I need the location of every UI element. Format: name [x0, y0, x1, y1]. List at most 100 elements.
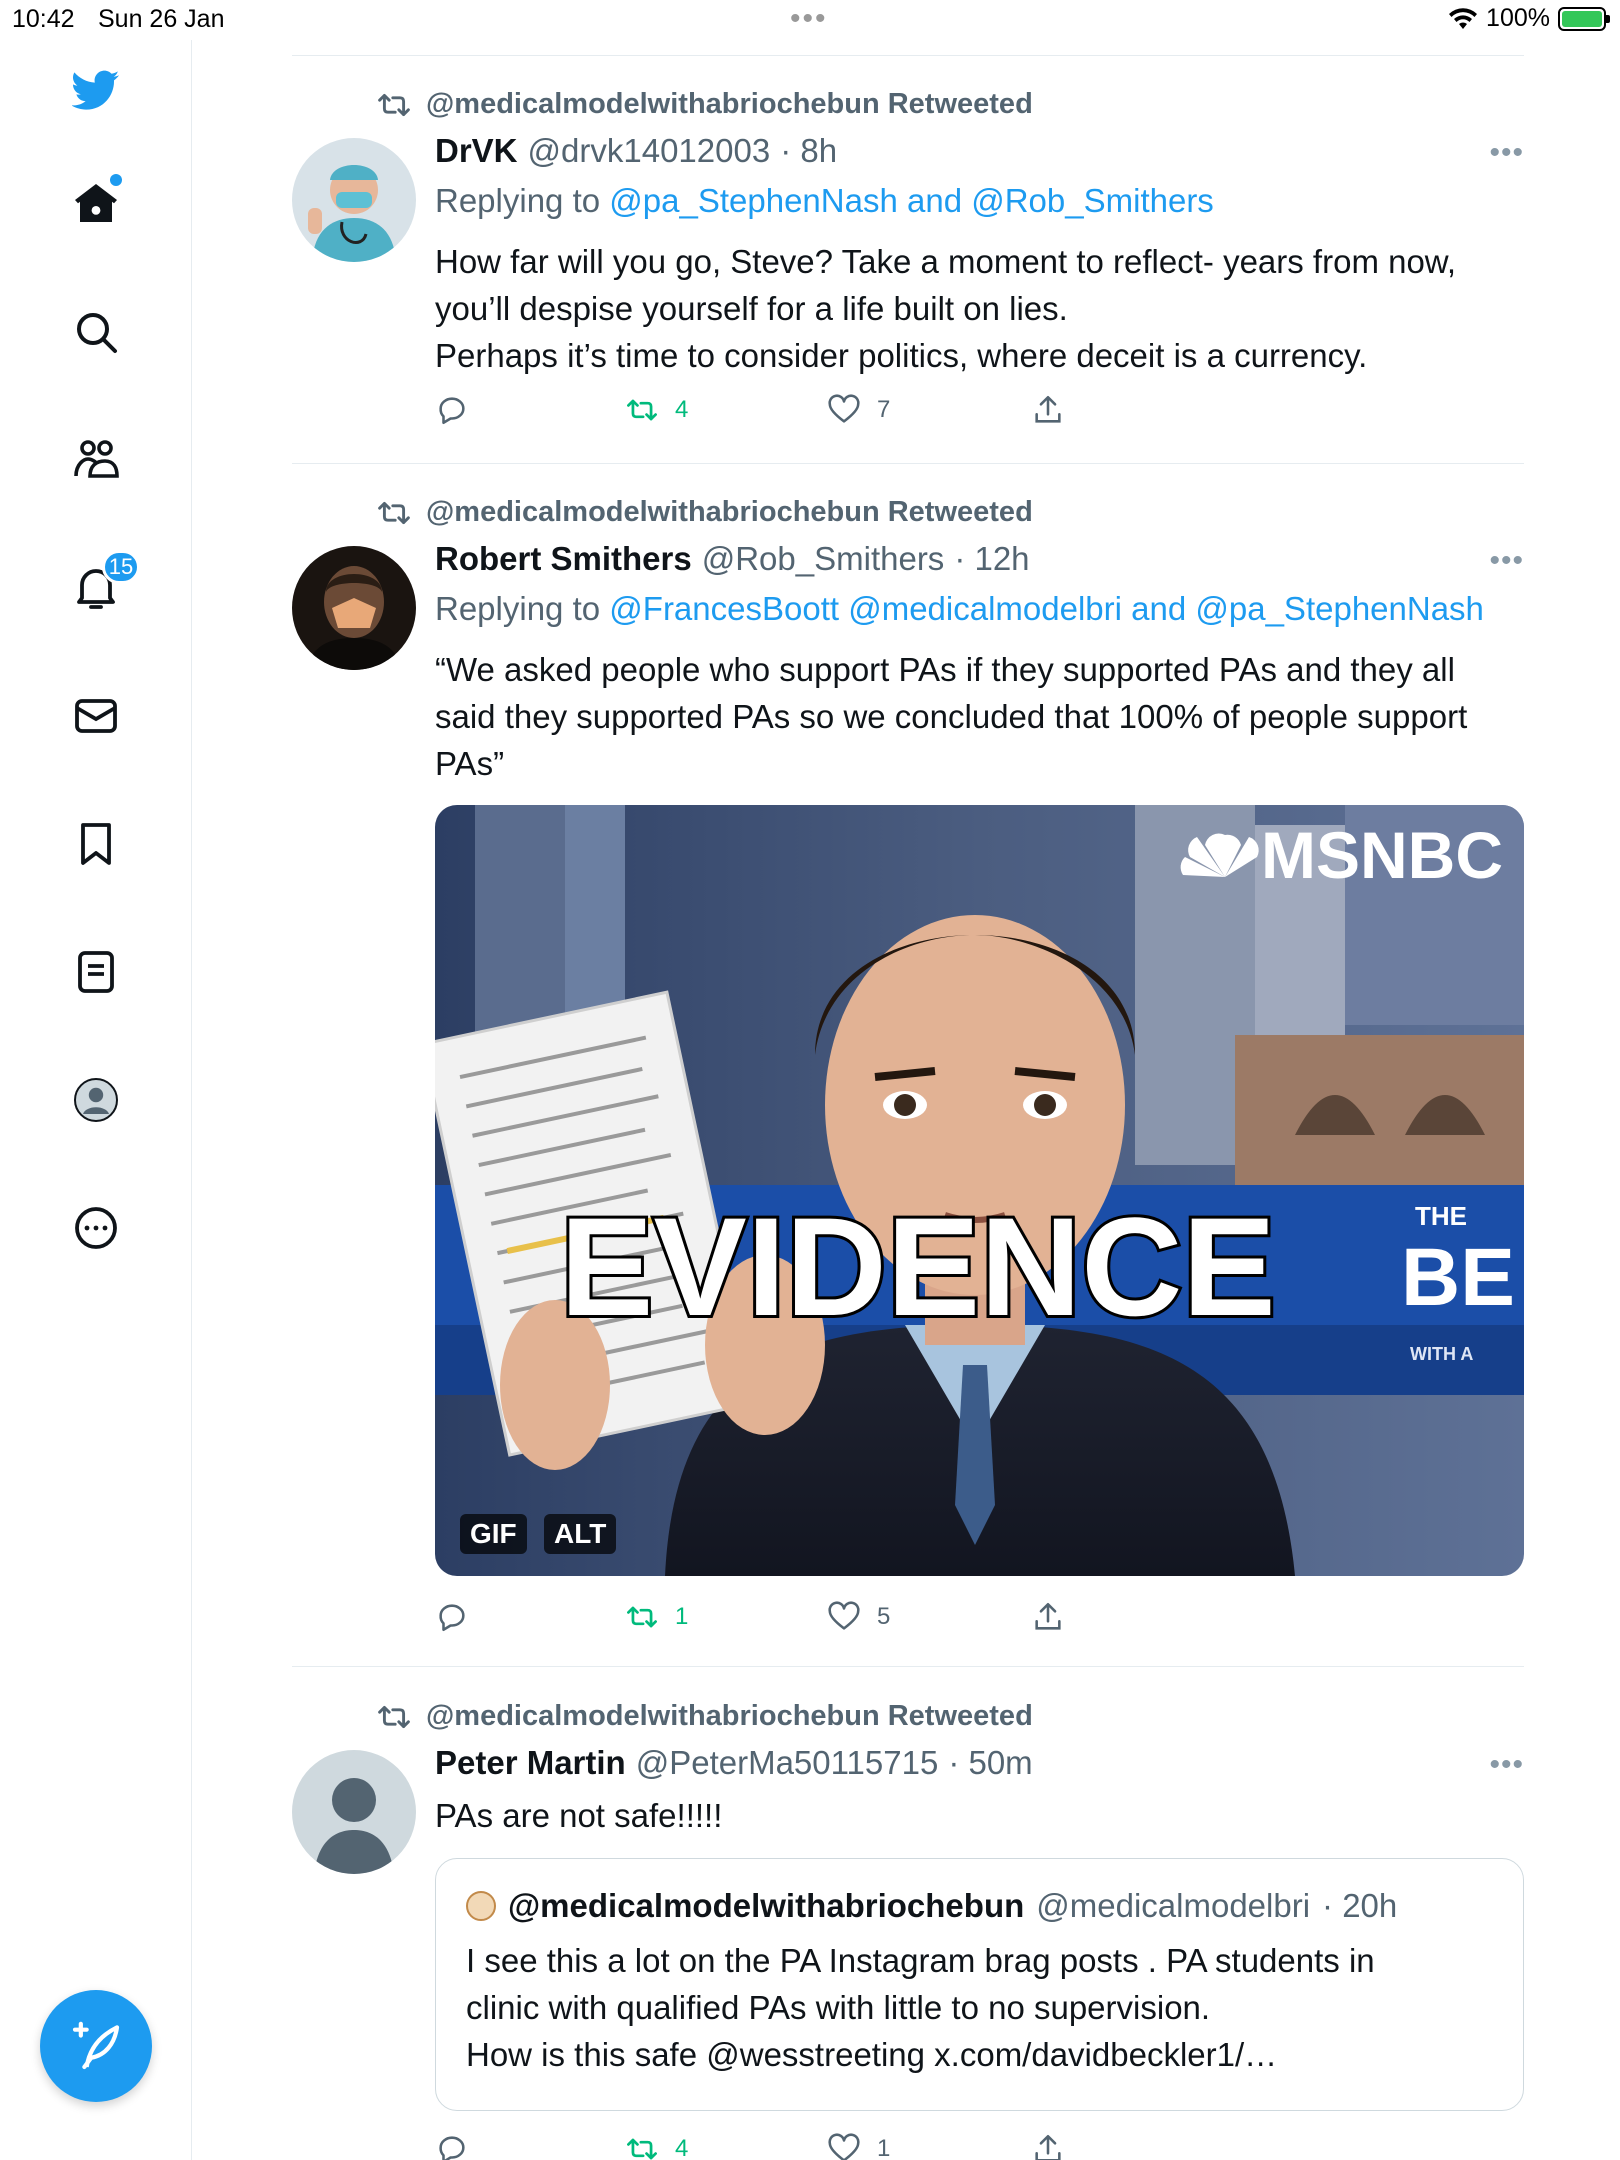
author-name[interactable]: DrVK — [435, 132, 518, 170]
share-button[interactable] — [1031, 1600, 1065, 1634]
quoted-author-avatar[interactable] — [466, 1891, 496, 1921]
home-icon[interactable] — [58, 166, 134, 242]
search-icon[interactable] — [58, 294, 134, 370]
tweet-text-line: you’ll despise yourself for a life built… — [435, 290, 1068, 327]
msnbc-logo-text: MSNBC — [1261, 818, 1503, 892]
reply-button[interactable] — [435, 2132, 469, 2160]
banner-big-text: BE — [1401, 1232, 1515, 1323]
tweet-more-button[interactable]: ••• — [1489, 544, 1524, 578]
tweet-more-button[interactable]: ••• — [1489, 136, 1524, 170]
retweeted-by-text: @medicalmodelwithabriochebun Retweeted — [426, 88, 1033, 120]
status-date: Sun 26 Jan — [98, 5, 225, 33]
tweet-card[interactable]: @medicalmodelwithabriochebun Retweeted R… — [292, 488, 1524, 1658]
tweet-text-line: How far will you go, Steve? Take a momen… — [435, 243, 1456, 280]
battery-percent: 100% — [1486, 4, 1550, 32]
tweet-header: DrVK @drvk14012003 · 8h — [435, 132, 837, 170]
share-icon — [1035, 1602, 1061, 1630]
replying-to-links[interactable]: @FrancesBoott @medicalmodelbri and @pa_S… — [609, 590, 1484, 627]
notifications-bell-icon[interactable]: 15 — [58, 550, 140, 626]
author-name[interactable]: Robert Smithers — [435, 540, 692, 578]
tweet-card[interactable]: @medicalmodelwithabriochebun Retweeted D… — [292, 80, 1524, 460]
status-right: 100% — [1448, 4, 1610, 33]
quoted-tweet[interactable]: @medicalmodelwithabriochebun @medicalmod… — [435, 1858, 1524, 2111]
avatar-default[interactable] — [292, 1750, 416, 1874]
more-options-icon[interactable] — [58, 1190, 134, 1266]
retweet-count: 4 — [675, 2135, 689, 2160]
tweet-header: Robert Smithers @Rob_Smithers · 12h — [435, 540, 1030, 578]
like-count: 5 — [877, 1603, 891, 1630]
heart-icon — [828, 2133, 860, 2160]
reply-button[interactable] — [435, 393, 469, 427]
gif-frame: THE BE WITH A TH MSNBC — [435, 805, 1524, 1576]
tweet-card[interactable]: @medicalmodelwithabriochebun Retweeted P… — [292, 1692, 1524, 2160]
banner-with-text: WITH A — [1410, 1344, 1473, 1364]
tweet-time[interactable]: · 8h — [780, 132, 837, 170]
quoted-author-handle[interactable]: @medicalmodelbri — [1036, 1887, 1310, 1925]
avatar[interactable] — [292, 546, 416, 670]
bookmarks-icon[interactable] — [58, 806, 134, 882]
messages-envelope-icon[interactable] — [58, 678, 134, 754]
gif-caption: EVIDENCE — [560, 1188, 1276, 1345]
tweet-actions: 1 5 — [435, 1600, 1335, 1640]
like-count: 7 — [877, 396, 891, 423]
author-handle[interactable]: @PeterMa50115715 — [636, 1744, 939, 1782]
tweet-actions: 4 1 — [435, 2132, 1335, 2160]
status-bar: 10:42 Sun 26 Jan ••• 100% — [0, 0, 1620, 40]
gif-tag: GIF — [460, 1514, 527, 1554]
quoted-tweet-time: · 20h — [1322, 1887, 1398, 1924]
heart-icon — [828, 1601, 860, 1630]
share-button[interactable] — [1031, 2132, 1065, 2160]
multitasking-dots[interactable]: ••• — [790, 2, 828, 36]
tweet-divider — [292, 1666, 1524, 1667]
replying-to-links[interactable]: @pa_StephenNash and @Rob_Smithers — [609, 182, 1214, 219]
like-button[interactable]: 1 — [827, 2132, 890, 2160]
author-handle[interactable]: @drvk14012003 — [528, 132, 771, 170]
share-button[interactable] — [1031, 393, 1065, 427]
tweet-text-line: “We asked people who support PAs if they… — [435, 651, 1455, 688]
sidebar-nav: 15 — [0, 40, 192, 2160]
reply-button[interactable] — [435, 1600, 469, 1634]
share-icon — [1035, 2134, 1061, 2160]
tweet-more-button[interactable]: ••• — [1489, 1748, 1524, 1782]
battery-icon — [1558, 6, 1610, 31]
tweet-text-line: said they supported PAs so we concluded … — [435, 698, 1468, 735]
retweet-button[interactable]: 4 — [625, 2132, 688, 2160]
author-name[interactable]: Peter Martin — [435, 1744, 626, 1782]
tweet-time[interactable]: · 50m — [948, 1744, 1032, 1782]
retweet-button[interactable]: 4 — [625, 393, 688, 427]
compose-tweet-button[interactable] — [40, 1990, 152, 2102]
retweet-context: @medicalmodelwithabriochebun Retweeted — [376, 1700, 1033, 1733]
avatar[interactable] — [292, 138, 416, 262]
retweeted-by-text: @medicalmodelwithabriochebun Retweeted — [426, 496, 1033, 528]
retweet-icon — [378, 1705, 410, 1728]
lists-icon[interactable] — [58, 934, 134, 1010]
tweet-time[interactable]: · 12h — [954, 540, 1029, 578]
communities-icon[interactable] — [58, 422, 134, 498]
alt-text-button[interactable]: ALT — [544, 1514, 617, 1554]
tweet-text: How far will you go, Steve? Take a momen… — [435, 238, 1520, 379]
retweet-icon — [378, 93, 410, 116]
twitter-logo-icon[interactable] — [58, 52, 134, 128]
author-handle[interactable]: @Rob_Smithers — [702, 540, 945, 578]
retweet-count: 4 — [675, 396, 689, 423]
retweet-button[interactable]: 1 — [625, 1600, 688, 1634]
tweet-divider — [292, 463, 1524, 464]
quoted-text-line: How is this safe @wesstreeting x.com/dav… — [466, 2036, 1278, 2073]
tweet-text-line: Perhaps it’s time to consider politics, … — [435, 337, 1368, 374]
quoted-author-name[interactable]: @medicalmodelwithabriochebun — [508, 1887, 1024, 1925]
tweet-gif-media[interactable]: THE BE WITH A TH MSNBC — [435, 805, 1524, 1576]
replying-to: Replying to @pa_StephenNash and @Rob_Smi… — [435, 182, 1214, 220]
replying-to-label: Replying to — [435, 182, 601, 219]
profile-avatar-icon[interactable] — [58, 1062, 134, 1138]
replying-to-label: Replying to — [435, 590, 601, 627]
quoted-tweet-header: @medicalmodelwithabriochebun @medicalmod… — [466, 1887, 1397, 1925]
wifi-icon — [1449, 7, 1478, 29]
tweet-text: “We asked people who support PAs if they… — [435, 646, 1520, 787]
tweet-text-line: PAs” — [435, 745, 505, 782]
retweet-context: @medicalmodelwithabriochebun Retweeted — [376, 88, 1033, 121]
compose-feather-icon — [72, 2021, 120, 2070]
status-time: 10:42 — [12, 5, 75, 33]
like-button[interactable]: 5 — [827, 1600, 890, 1634]
like-button[interactable]: 7 — [827, 393, 890, 427]
share-icon — [1035, 395, 1061, 423]
